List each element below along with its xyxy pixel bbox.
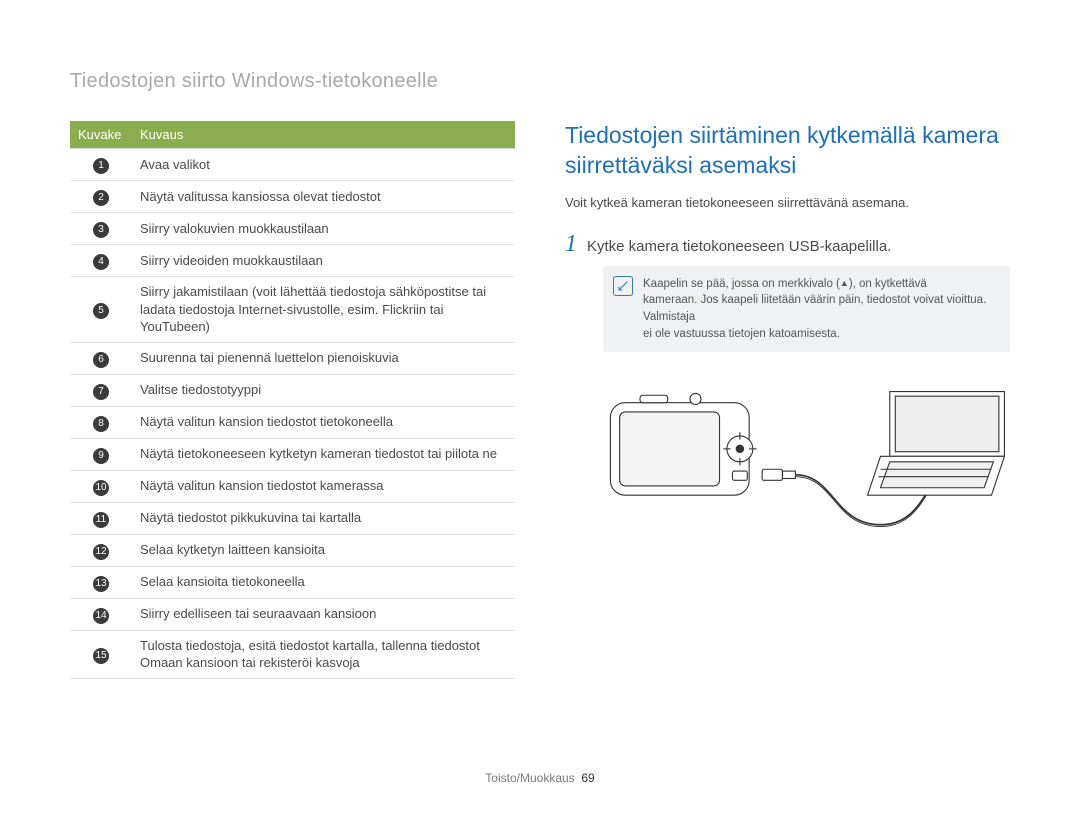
row-desc: Tulosta tiedostoja, esitä tiedostot kart… — [132, 630, 515, 678]
table-row: 13 Selaa kansioita tietokoneella — [70, 566, 515, 598]
camera-to-laptop-illustration — [603, 380, 1010, 540]
row-number-icon: 9 — [93, 448, 109, 464]
note-text-1a: Kaapelin se pää, jossa on merkkivalo ( — [643, 278, 840, 290]
row-number-icon: 4 — [93, 254, 109, 270]
right-column: Tiedostojen siirtäminen kytkemällä kamer… — [565, 121, 1010, 679]
row-desc: Valitse tiedostotyyppi — [132, 374, 515, 406]
row-desc: Suurenna tai pienennä luettelon pienoisk… — [132, 342, 515, 374]
note-text-4: ei ole vastuussa tietojen katoamisesta. — [643, 328, 840, 340]
section-title: Tiedostojen siirtäminen kytkemällä kamer… — [565, 121, 1010, 181]
row-desc: Näytä valitun kansion tiedostot tietokon… — [132, 406, 515, 438]
row-number-icon: 14 — [93, 608, 109, 624]
table-row: 1 Avaa valikot — [70, 149, 515, 181]
row-desc: Siirry videoiden muokkaustilaan — [132, 245, 515, 277]
row-number-icon: 2 — [93, 190, 109, 206]
row-number-icon: 11 — [93, 512, 109, 528]
row-desc: Selaa kansioita tietokoneella — [132, 566, 515, 598]
table-row: 2 Näytä valitussa kansiossa olevat tiedos… — [70, 181, 515, 213]
table-row: 3 Siirry valokuvien muokkaustilaan — [70, 213, 515, 245]
row-desc: Siirry valokuvien muokkaustilaan — [132, 213, 515, 245]
row-desc: Siirry jakamistilaan (voit lähettää tied… — [132, 277, 515, 343]
row-number-icon: 7 — [93, 384, 109, 400]
table-row: 9 Näytä tietokoneeseen kytketyn kameran t… — [70, 438, 515, 470]
step-number: 1 — [565, 232, 577, 256]
row-desc: Näytä tiedostot pikkukuvina tai kartalla — [132, 502, 515, 534]
table-row: 15 Tulosta tiedostoja, esitä tiedostot ka… — [70, 630, 515, 678]
row-desc: Näytä valitun kansion tiedostot kamerass… — [132, 470, 515, 502]
row-number-icon: 15 — [93, 648, 109, 664]
table-row: 4 Siirry videoiden muokkaustilaan — [70, 245, 515, 277]
row-number-icon: 8 — [93, 416, 109, 432]
row-desc: Näytä tietokoneeseen kytketyn kameran ti… — [132, 438, 515, 470]
page-title: Tiedostojen siirto Windows-tietokoneelle — [70, 70, 1010, 93]
note-box: Kaapelin se pää, jossa on merkkivalo (▲)… — [603, 266, 1010, 353]
row-number-icon: 3 — [93, 222, 109, 238]
icon-description-table: Kuvake Kuvaus 1 Avaa valikot 2 Näytä valit… — [70, 121, 515, 679]
footer-page-number: 69 — [581, 771, 594, 785]
table-row: 6 Suurenna tai pienennä luettelon pienois… — [70, 342, 515, 374]
th-icon: Kuvake — [70, 121, 132, 149]
table-row: 5 Siirry jakamistilaan (voit lähettää tie… — [70, 277, 515, 343]
section-subtitle: Voit kytkeä kameran tietokoneeseen siirr… — [565, 195, 1010, 210]
row-desc: Siirry edelliseen tai seuraavaan kansioo… — [132, 598, 515, 630]
left-column: Kuvake Kuvaus 1 Avaa valikot 2 Näytä valit… — [70, 121, 515, 679]
step-1: 1 Kytke kamera tietokoneeseen USB-kaapel… — [565, 232, 1010, 256]
th-desc: Kuvaus — [132, 121, 515, 149]
table-row: 7 Valitse tiedostotyyppi — [70, 374, 515, 406]
row-number-icon: 5 — [93, 303, 109, 319]
two-column-layout: Kuvake Kuvaus 1 Avaa valikot 2 Näytä valit… — [70, 121, 1010, 679]
step-text: Kytke kamera tietokoneeseen USB-kaapelil… — [587, 238, 891, 255]
table-row: 8 Näytä valitun kansion tiedostot tietoko… — [70, 406, 515, 438]
row-desc: Näytä valitussa kansiossa olevat tiedost… — [132, 181, 515, 213]
table-row: 11 Näytä tiedostot pikkukuvina tai kartal… — [70, 502, 515, 534]
footer-section: Toisto/Muokkaus — [485, 771, 574, 785]
row-number-icon: 10 — [93, 480, 109, 496]
triangle-up-icon: ▲ — [840, 277, 849, 290]
table-row: 14 Siirry edelliseen tai seuraavaan kansi… — [70, 598, 515, 630]
note-icon — [613, 276, 633, 296]
table-row: 12 Selaa kytketyn laitteen kansioita — [70, 534, 515, 566]
row-number-icon: 6 — [93, 352, 109, 368]
table-row: 10 Näytä valitun kansion tiedostot kamera… — [70, 470, 515, 502]
note-text-1b: ), on kytkettävä — [849, 278, 927, 290]
row-number-icon: 13 — [93, 576, 109, 592]
row-number-icon: 1 — [93, 158, 109, 174]
page-footer: Toisto/Muokkaus 69 — [0, 771, 1080, 785]
note-text-3: Valmistaja — [643, 311, 695, 323]
row-number-icon: 12 — [93, 544, 109, 560]
row-desc: Avaa valikot — [132, 149, 515, 181]
note-text-2: kameraan. Jos kaapeli liitetään väärin p… — [643, 294, 986, 306]
row-desc: Selaa kytketyn laitteen kansioita — [132, 534, 515, 566]
